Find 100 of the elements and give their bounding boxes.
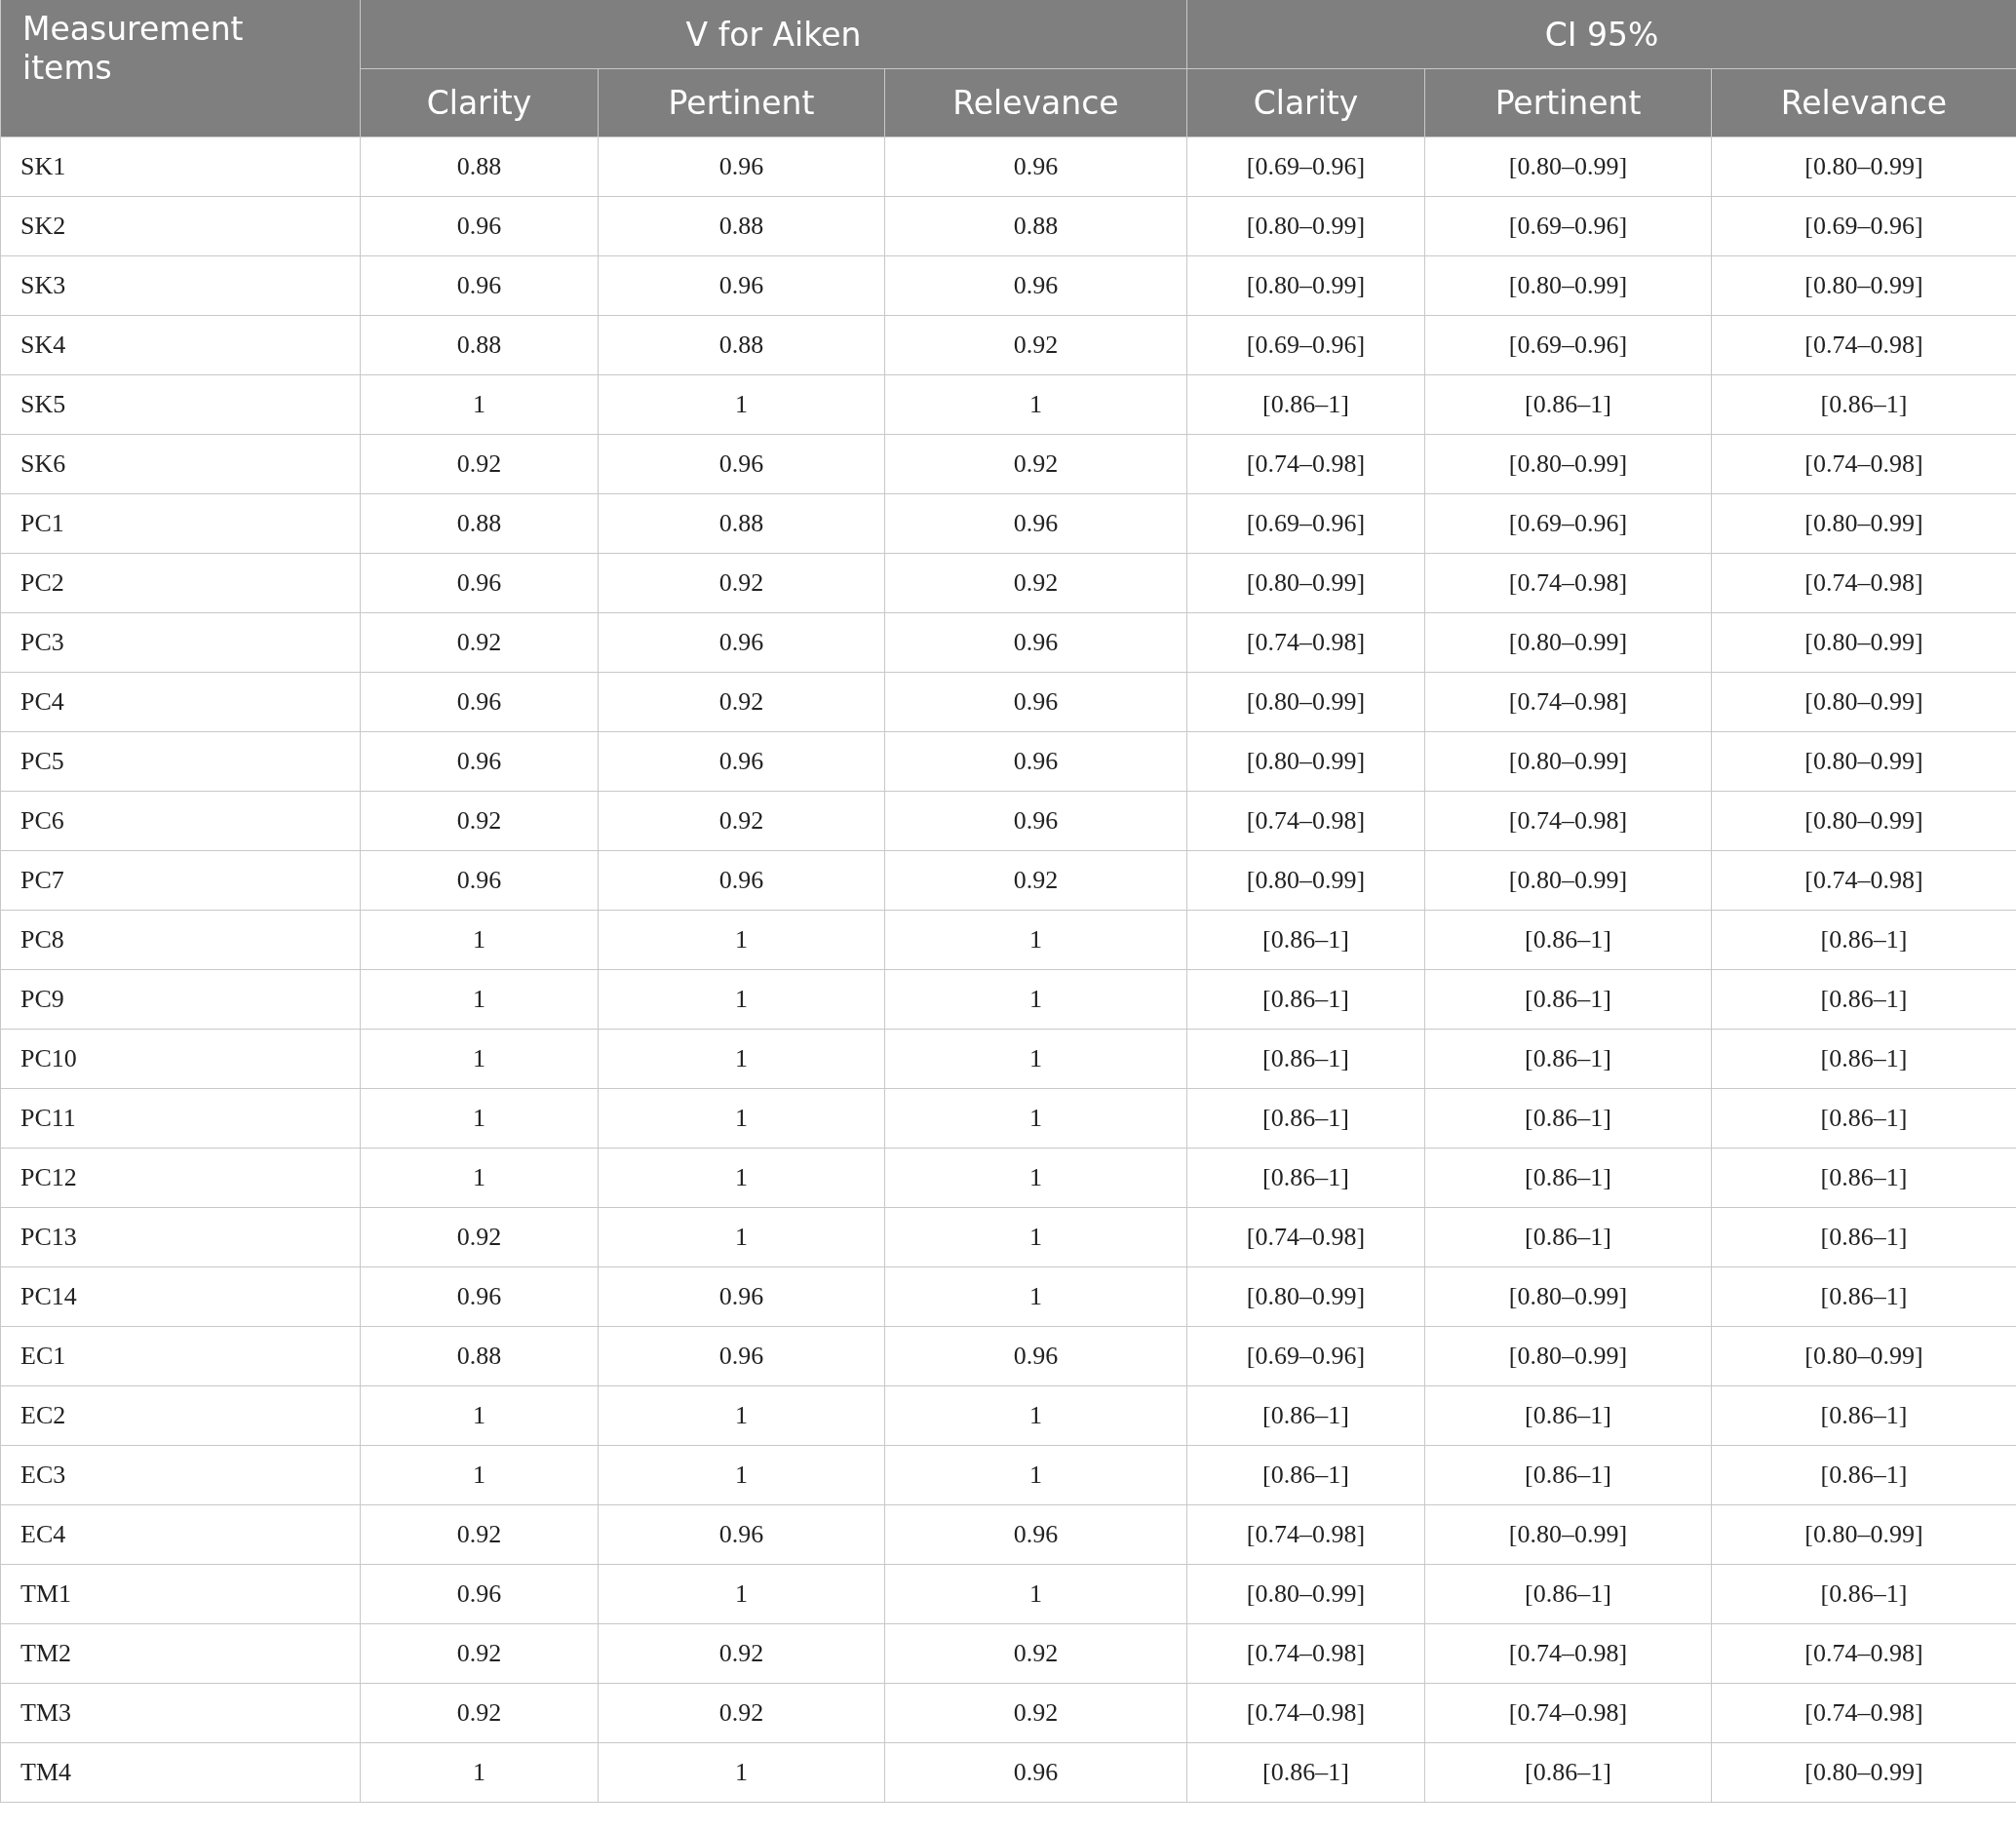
- table-cell: PC13: [0, 1207, 361, 1267]
- table-cell: [0.86–1]: [1424, 1385, 1712, 1446]
- table-cell: 1: [884, 374, 1187, 435]
- table-cell: [0.69–0.96]: [1424, 493, 1712, 554]
- column-header: Pertinent: [1424, 68, 1712, 137]
- column-header: Clarity: [1186, 68, 1425, 137]
- table-cell: 0.92: [360, 1504, 599, 1565]
- table-cell: [0.80–0.99]: [1186, 850, 1425, 911]
- table-cell: 0.92: [598, 1623, 885, 1684]
- table-cell: 1: [598, 1207, 885, 1267]
- table-cell: EC1: [0, 1326, 361, 1386]
- table-cell: 0.96: [360, 196, 599, 256]
- table-cell: 0.92: [598, 553, 885, 613]
- column-header: Measurement items: [0, 0, 361, 137]
- column-group-header: V for Aiken: [360, 0, 1187, 69]
- table-cell: [0.74–0.98]: [1186, 434, 1425, 494]
- table-cell: [0.74–0.98]: [1424, 672, 1712, 732]
- table-cell: [0.86–1]: [1186, 1088, 1425, 1149]
- table-cell: [0.80–0.99]: [1424, 1266, 1712, 1327]
- table-cell: [0.80–0.99]: [1424, 434, 1712, 494]
- table-cell: 0.92: [598, 791, 885, 851]
- table-cell: 0.96: [884, 731, 1187, 792]
- table-cell: PC11: [0, 1088, 361, 1149]
- table-cell: [0.74–0.98]: [1186, 791, 1425, 851]
- table-cell: TM4: [0, 1742, 361, 1803]
- table-cell: [0.86–1]: [1424, 1088, 1712, 1149]
- table-cell: 0.92: [884, 850, 1187, 911]
- table-cell: [0.86–1]: [1186, 1148, 1425, 1208]
- table-cell: 1: [598, 969, 885, 1030]
- table-cell: 0.96: [884, 791, 1187, 851]
- table-cell: [0.80–0.99]: [1424, 731, 1712, 792]
- table-cell: [0.86–1]: [1424, 1564, 1712, 1624]
- table-cell: [0.86–1]: [1186, 374, 1425, 435]
- table-cell: [0.86–1]: [1186, 969, 1425, 1030]
- table-cell: 0.96: [884, 672, 1187, 732]
- table-cell: [0.86–1]: [1424, 969, 1712, 1030]
- table-cell: 1: [360, 969, 599, 1030]
- table-cell: PC8: [0, 910, 361, 970]
- table-cell: 0.96: [360, 672, 599, 732]
- table-cell: 1: [598, 1742, 885, 1803]
- table-cell: [0.80–0.99]: [1424, 612, 1712, 673]
- table-cell: EC4: [0, 1504, 361, 1565]
- table-cell: 0.92: [360, 1683, 599, 1743]
- table-cell: 0.88: [360, 493, 599, 554]
- table-cell: SK6: [0, 434, 361, 494]
- table-cell: 0.92: [598, 1683, 885, 1743]
- table-cell: TM3: [0, 1683, 361, 1743]
- table-cell: [0.80–0.99]: [1186, 1564, 1425, 1624]
- table-cell: 1: [884, 1445, 1187, 1505]
- table-cell: 1: [598, 1385, 885, 1446]
- table-cell: [0.86–1]: [1186, 910, 1425, 970]
- table-cell: [0.80–0.99]: [1186, 672, 1425, 732]
- table-cell: [0.86–1]: [1424, 1029, 1712, 1089]
- table-cell: PC3: [0, 612, 361, 673]
- table-cell: PC1: [0, 493, 361, 554]
- table-cell: 0.96: [598, 136, 885, 197]
- table-cell: [0.86–1]: [1186, 1385, 1425, 1446]
- table-cell: [0.86–1]: [1424, 1742, 1712, 1803]
- table-cell: 0.96: [598, 255, 885, 316]
- table-cell: 0.92: [884, 553, 1187, 613]
- table-cell: PC2: [0, 553, 361, 613]
- table-cell: [0.86–1]: [1186, 1742, 1425, 1803]
- table-cell: 1: [884, 1385, 1187, 1446]
- table-cell: [0.74–0.98]: [1424, 553, 1712, 613]
- table-cell: 0.92: [598, 672, 885, 732]
- table-cell: 0.96: [360, 553, 599, 613]
- table-cell: EC3: [0, 1445, 361, 1505]
- table-cell: [0.74–0.98]: [1186, 1683, 1425, 1743]
- table-cell: 0.96: [598, 612, 885, 673]
- table-cell: [0.69–0.96]: [1186, 493, 1425, 554]
- column-header: Relevance: [884, 68, 1187, 137]
- table-cell: PC12: [0, 1148, 361, 1208]
- table-cell: 1: [360, 1385, 599, 1446]
- table-cell: EC2: [0, 1385, 361, 1446]
- table-cell: 1: [598, 910, 885, 970]
- table-cell: [0.74–0.98]: [1424, 1683, 1712, 1743]
- table-cell: [0.80–0.99]: [1424, 1326, 1712, 1386]
- table-cell: [0.74–0.98]: [1186, 612, 1425, 673]
- table-cell: 0.88: [598, 493, 885, 554]
- table-cell: 0.92: [884, 315, 1187, 375]
- table-cell: 1: [884, 1029, 1187, 1089]
- table-cell: [0.80–0.99]: [1424, 1504, 1712, 1565]
- table-cell: 0.96: [884, 493, 1187, 554]
- table-cell: 1: [884, 1207, 1187, 1267]
- table-cell: 0.88: [360, 136, 599, 197]
- table-cell: 0.96: [884, 1326, 1187, 1386]
- table-cell: PC10: [0, 1029, 361, 1089]
- table-cell: 1: [884, 1564, 1187, 1624]
- table-cell: 0.88: [360, 1326, 599, 1386]
- table-cell: TM1: [0, 1564, 361, 1624]
- table-cell: 1: [360, 1445, 599, 1505]
- column-header: Pertinent: [598, 68, 885, 137]
- table-cell: 1: [598, 1148, 885, 1208]
- table-cell: 1: [360, 1029, 599, 1089]
- table-cell: 0.92: [884, 434, 1187, 494]
- table-cell: 0.96: [598, 1266, 885, 1327]
- table-cell: [0.86–1]: [1186, 1029, 1425, 1089]
- table-cell: [0.80–0.99]: [1424, 850, 1712, 911]
- table-cell: [0.74–0.98]: [1424, 791, 1712, 851]
- table-cell: 1: [598, 1088, 885, 1149]
